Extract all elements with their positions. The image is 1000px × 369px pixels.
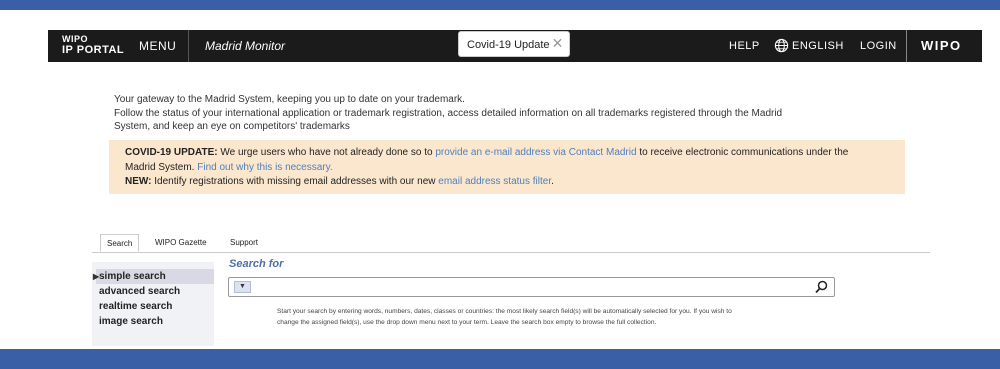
new-end: . [551, 176, 554, 187]
covid-text1: We urge users who have not already done … [217, 147, 436, 158]
search-type-nav: ▶ simple search advanced search realtime … [92, 262, 214, 346]
covid-text2: to receive electronic communications und… [636, 147, 849, 158]
tab-support[interactable]: Support [224, 234, 264, 252]
nav-simple-search[interactable]: ▶ simple search [93, 269, 214, 284]
selected-arrow-icon: ▶ [93, 272, 100, 281]
search-icon[interactable] [815, 280, 828, 294]
language-label: ENGLISH [792, 40, 844, 52]
nav-advanced-search[interactable]: advanced search [96, 284, 214, 299]
contact-madrid-link[interactable]: provide an e-mail address via Contact Ma… [435, 147, 636, 158]
nav-realtime-search[interactable]: realtime search [96, 299, 214, 314]
search-input[interactable]: ▼ [228, 277, 835, 297]
app-title[interactable]: Madrid Monitor [205, 30, 285, 62]
covid-notice-line: COVID-19 UPDATE: We urge users who have … [125, 146, 905, 161]
new-notice-line: NEW: Identify registrations with missing… [125, 175, 905, 190]
wipo-logo[interactable]: WIPO [906, 30, 983, 62]
search-hint-line1: Start your search by entering words, num… [277, 308, 732, 315]
close-icon[interactable]: ✕ [552, 35, 564, 51]
login-link[interactable]: LOGIN [860, 30, 897, 62]
covid-update-label: Covid-19 Update [467, 39, 550, 51]
wipo-logo-text: WIPO [921, 38, 962, 53]
search-hint: Start your search by entering words, num… [277, 307, 837, 328]
help-link[interactable]: HELP [729, 30, 760, 62]
tab-wipo-gazette[interactable]: WIPO Gazette [149, 234, 213, 252]
top-frame-bar [0, 0, 1000, 10]
covid-label: COVID-19 UPDATE: [125, 147, 218, 158]
ip-portal-logo[interactable]: WIPO IP PORTAL [62, 34, 124, 56]
tab-search[interactable]: Search [100, 234, 140, 252]
triangle-down-icon[interactable]: ▼ [234, 281, 251, 293]
globe-icon [774, 38, 789, 53]
tab-bar: Search WIPO Gazette Support [92, 230, 930, 253]
search-for-heading: Search for [229, 258, 284, 270]
nav-simple-search-label: simple search [99, 271, 166, 282]
menu-button[interactable]: MENU [139, 30, 176, 62]
intro-line3: System, and keep an eye on competitors' … [114, 121, 350, 132]
portal-header: WIPO IP PORTAL MENU Madrid Monitor Covid… [48, 30, 982, 62]
page-content: WIPO IP PORTAL MENU Madrid Monitor Covid… [48, 10, 982, 349]
logo-line2: IP PORTAL [62, 44, 125, 56]
covid-text3: Madrid System. [125, 161, 198, 173]
intro-text: Your gateway to the Madrid System, keepi… [114, 93, 864, 134]
covid-notice: COVID-19 UPDATE: We urge users who have … [109, 140, 905, 194]
intro-line2: Follow the status of your international … [114, 107, 783, 119]
covid-notice-line2: Madrid System. Find out why this is nece… [125, 161, 905, 176]
covid-update-button[interactable]: Covid-19 Update ✕ [458, 31, 571, 57]
nav-image-search[interactable]: image search [96, 314, 214, 329]
why-necessary-link[interactable]: Find out why this is necessary. [197, 162, 332, 173]
search-hint-line2: change the assigned field(s), use the dr… [277, 318, 657, 326]
header-divider [188, 30, 189, 62]
new-text: Identify registrations with missing emai… [151, 176, 439, 187]
new-label: NEW: [125, 176, 152, 187]
language-selector[interactable]: ENGLISH [774, 30, 844, 62]
intro-line1: Your gateway to the Madrid System, keepi… [114, 94, 465, 105]
email-status-filter-link[interactable]: email address status filter [438, 176, 551, 187]
bottom-frame-bar [0, 349, 1000, 369]
